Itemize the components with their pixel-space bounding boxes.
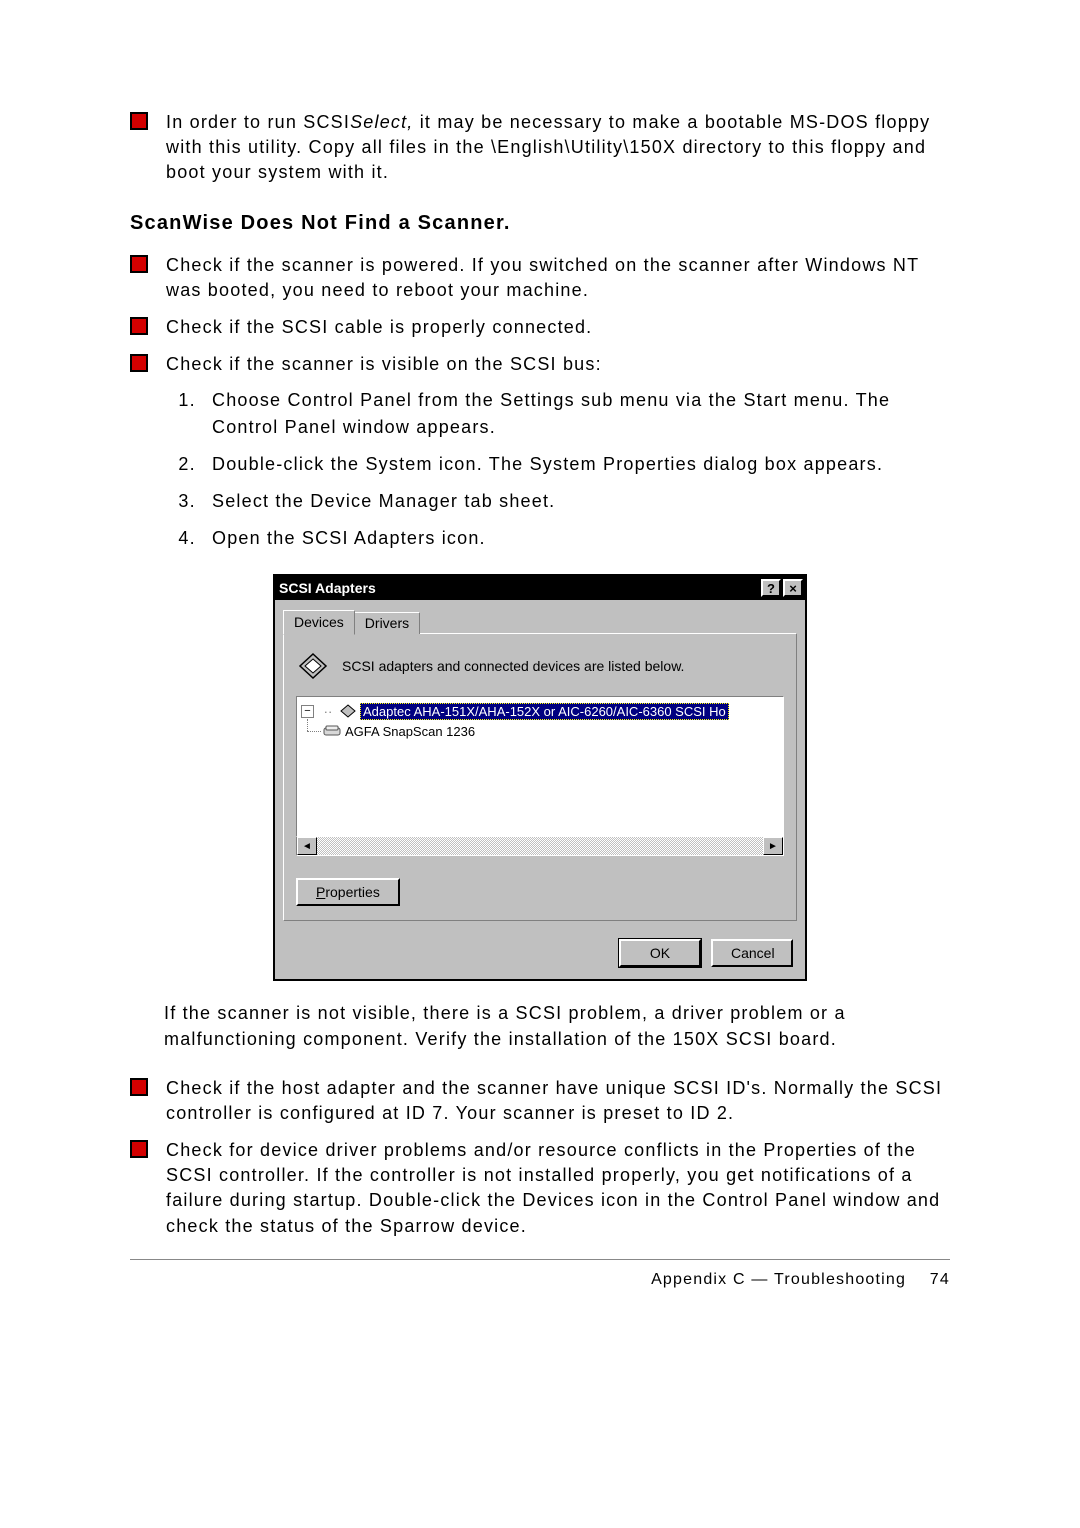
text-part: In order to run SCSI <box>166 112 350 132</box>
ok-button[interactable]: OK <box>619 939 701 967</box>
tree-root-row[interactable]: − ·· Adaptec AHA-151X/AHA-152X or AIC-62… <box>301 701 781 721</box>
section-heading: ScanWise Does Not Find a Scanner. <box>130 212 950 235</box>
chevron-left-icon: ◄ <box>302 841 312 852</box>
square-bullet-icon <box>130 354 148 372</box>
square-bullet-icon <box>130 112 148 130</box>
close-icon: × <box>789 582 797 595</box>
page-footer: Appendix C — Troubleshooting 74 <box>130 1271 950 1289</box>
tree-root-label: Adaptec AHA-151X/AHA-152X or AIC-6260/AI… <box>360 703 729 720</box>
tree-connector-icon: ·· <box>318 704 338 719</box>
button-label-rest: roperties <box>325 884 379 900</box>
window-title: SCSI Adapters <box>279 580 759 596</box>
button-label: OK <box>650 945 670 961</box>
footer-label: Appendix C — Troubleshooting <box>651 1271 906 1288</box>
bullet-item: Check if the scanner is visible on the S… <box>130 352 950 562</box>
properties-button[interactable]: Properties <box>296 878 400 906</box>
scsi-adapter-icon <box>340 704 356 718</box>
scroll-right-button[interactable]: ► <box>763 837 783 855</box>
bullet-text: Check for device driver problems and/or … <box>166 1138 950 1239</box>
bullet-lead: Check if the scanner is visible on the S… <box>166 354 602 374</box>
button-label: Cancel <box>731 945 775 961</box>
bullet-text: Check if the scanner is powered. If you … <box>166 253 950 303</box>
tab-drivers[interactable]: Drivers <box>354 612 420 634</box>
scroll-track[interactable] <box>317 837 763 855</box>
tab-strip: Devices Drivers <box>283 610 797 634</box>
help-icon: ? <box>767 582 775 595</box>
tree-child-label: AGFA SnapScan 1236 <box>345 724 475 739</box>
bullet-item: Check if the SCSI cable is properly conn… <box>130 315 950 340</box>
help-button[interactable]: ? <box>761 579 781 597</box>
scsi-adapter-icon <box>296 652 330 680</box>
square-bullet-icon <box>130 317 148 335</box>
tab-panel-devices: SCSI adapters and connected devices are … <box>283 633 797 921</box>
step-item: Double-click the System icon. The System… <box>202 451 950 478</box>
step-item: Open the SCSI Adapters icon. <box>202 525 950 552</box>
cancel-button[interactable]: Cancel <box>711 939 793 967</box>
bullet-text: Check if the host adapter and the scanne… <box>166 1076 950 1126</box>
bullet-text: Check if the SCSI cable is properly conn… <box>166 315 950 340</box>
bullet-item: Check if the scanner is powered. If you … <box>130 253 950 303</box>
horizontal-scrollbar[interactable]: ◄ ► <box>296 836 784 856</box>
bullet-text: Check if the scanner is visible on the S… <box>166 352 950 562</box>
bullet-item: In order to run SCSISelect, it may be ne… <box>130 110 950 186</box>
page-number: 74 <box>930 1271 950 1288</box>
scanner-device-icon <box>323 725 341 737</box>
bullet-item: Check for device driver problems and/or … <box>130 1138 950 1239</box>
tab-label: Drivers <box>365 615 409 631</box>
tab-devices[interactable]: Devices <box>283 610 355 635</box>
chevron-right-icon: ► <box>768 841 778 852</box>
square-bullet-icon <box>130 255 148 273</box>
tree-child-row[interactable]: AGFA SnapScan 1236 <box>301 721 781 741</box>
bullet-text: In order to run SCSISelect, it may be ne… <box>166 110 950 186</box>
square-bullet-icon <box>130 1078 148 1096</box>
close-button[interactable]: × <box>783 579 803 597</box>
step-item: Select the Device Manager tab sheet. <box>202 488 950 515</box>
scroll-left-button[interactable]: ◄ <box>297 837 317 855</box>
accel-char: P <box>316 884 325 900</box>
dialog-footer: OK Cancel <box>275 929 805 979</box>
step-item: Choose Control Panel from the Settings s… <box>202 387 950 441</box>
scsi-adapters-dialog: SCSI Adapters ? × Devices Drivers <box>273 574 807 981</box>
text-italic: Select, <box>350 112 413 132</box>
footer-rule <box>130 1259 950 1261</box>
steps-list: Choose Control Panel from the Settings s… <box>202 387 950 552</box>
collapse-icon[interactable]: − <box>301 705 314 718</box>
post-image-text: If the scanner is not visible, there is … <box>164 1001 950 1051</box>
square-bullet-icon <box>130 1140 148 1158</box>
bullet-item: Check if the host adapter and the scanne… <box>130 1076 950 1126</box>
titlebar: SCSI Adapters ? × <box>275 576 805 600</box>
device-tree[interactable]: − ·· Adaptec AHA-151X/AHA-152X or AIC-62… <box>296 696 784 836</box>
dialog-screenshot: SCSI Adapters ? × Devices Drivers <box>130 574 950 981</box>
panel-message: SCSI adapters and connected devices are … <box>342 658 684 674</box>
tab-label: Devices <box>294 614 344 630</box>
